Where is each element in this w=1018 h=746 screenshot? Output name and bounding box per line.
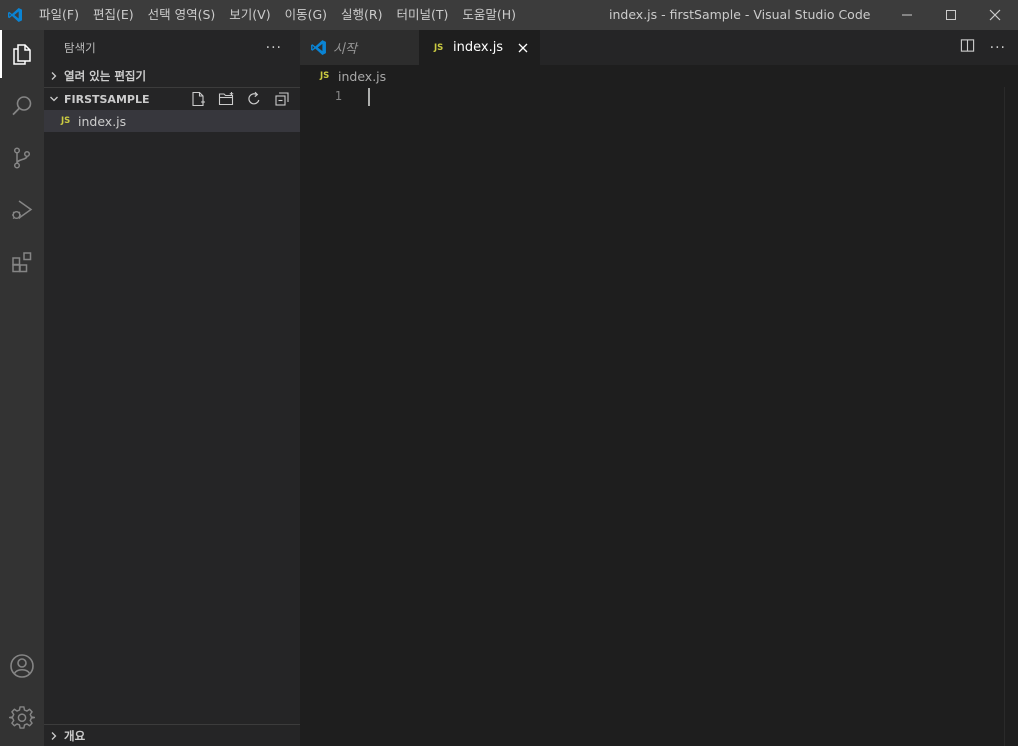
refresh-button[interactable] [243,88,265,110]
js-file-icon: JS [320,71,330,81]
run-debug-button[interactable] [0,186,44,234]
more-actions-icon[interactable]: ··· [266,40,282,56]
folder-actions [187,88,300,110]
split-editor-button[interactable] [960,38,975,57]
gear-icon [9,706,35,729]
tab-label: 시작 [333,42,357,57]
menu-view[interactable]: 보기(V) [222,0,277,30]
collapse-all-icon [275,92,289,106]
account-icon [10,654,34,678]
refresh-icon [248,91,260,105]
line-number: 1 [334,89,342,103]
search-button[interactable] [0,82,44,130]
editor-tabs: 시작 JS index.js ··· [300,30,1018,65]
outline-section[interactable]: 개요 [44,724,300,746]
extensions-icon [12,252,32,273]
menu-edit[interactable]: 편집(E) [86,0,141,30]
close-icon [518,43,528,52]
maximize-button[interactable] [928,0,974,30]
close-icon [989,9,1001,21]
split-editor-icon [960,39,974,52]
explorer-sidebar: 탐색기 ··· 열려 있는 편집기 FIRSTSAMPLE JS index.j… [44,30,300,746]
more-actions-icon[interactable]: ··· [990,40,1006,56]
new-file-button[interactable] [187,88,209,110]
folder-name: FIRSTSAMPLE [64,92,150,106]
account-button[interactable] [0,642,44,690]
close-tab-button[interactable] [515,40,531,56]
explorer-button[interactable] [0,30,44,78]
js-file-icon: JS [61,116,71,126]
title-bar: 파일(F) 편집(E) 선택 영역(S) 보기(V) 이동(G) 실행(R) 터… [0,0,1018,30]
folder-section-header[interactable]: FIRSTSAMPLE [44,87,300,110]
new-folder-button[interactable] [215,88,237,110]
text-cursor [368,88,370,106]
menu-go[interactable]: 이동(G) [278,0,334,30]
menu-file[interactable]: 파일(F) [32,0,86,30]
editor-actions: ··· [960,30,1006,65]
js-file-icon: JS [434,42,444,53]
minimize-icon [902,14,912,16]
collapse-all-button[interactable] [271,88,293,110]
new-folder-icon [218,92,234,106]
source-control-icon [13,147,31,169]
minimize-button[interactable] [884,0,930,30]
menu-selection[interactable]: 선택 영역(S) [141,0,223,30]
chevron-right-icon [44,731,64,741]
code-line[interactable]: 1 [300,87,1018,106]
menu-help[interactable]: 도움말(H) [455,0,523,30]
chevron-right-icon [44,71,64,81]
activity-bar [0,30,44,746]
source-control-button[interactable] [0,134,44,182]
maximize-icon [946,10,956,20]
outline-label: 개요 [64,728,86,743]
breadcrumb[interactable]: JS index.js [300,65,1018,87]
menu-run[interactable]: 실행(R) [334,0,389,30]
file-name: index.js [78,113,127,129]
vertical-scrollbar[interactable] [1004,87,1018,746]
editor-area: 시작 JS index.js ··· JS index.js 1 [300,30,1018,746]
new-file-icon [192,91,205,107]
run-debug-icon [12,200,33,219]
tab-index-js[interactable]: JS index.js [419,30,540,65]
explorer-icon [13,44,31,65]
sidebar-title: 탐색기 [64,40,96,55]
open-editors-section[interactable]: 열려 있는 편집기 [44,65,300,87]
chevron-down-icon [44,94,64,104]
close-window-button[interactable] [972,0,1018,30]
window-title: index.js - firstSample - Visual Studio C… [609,7,871,22]
tab-label: index.js [453,40,504,55]
extensions-button[interactable] [0,238,44,286]
sidebar-header: 탐색기 ··· [44,30,300,65]
vscode-logo-icon[interactable] [1,0,29,30]
search-icon [12,96,32,116]
open-editors-label: 열려 있는 편집기 [64,69,147,83]
manage-button[interactable] [0,694,44,742]
file-item-index-js[interactable]: JS index.js [44,110,300,132]
menu-terminal[interactable]: 터미널(T) [390,0,456,30]
vscode-icon [311,40,326,55]
tab-welcome[interactable]: 시작 [300,30,419,65]
menu-bar: 파일(F) 편집(E) 선택 영역(S) 보기(V) 이동(G) 실행(R) 터… [32,0,523,30]
breadcrumb-file: index.js [338,68,387,84]
